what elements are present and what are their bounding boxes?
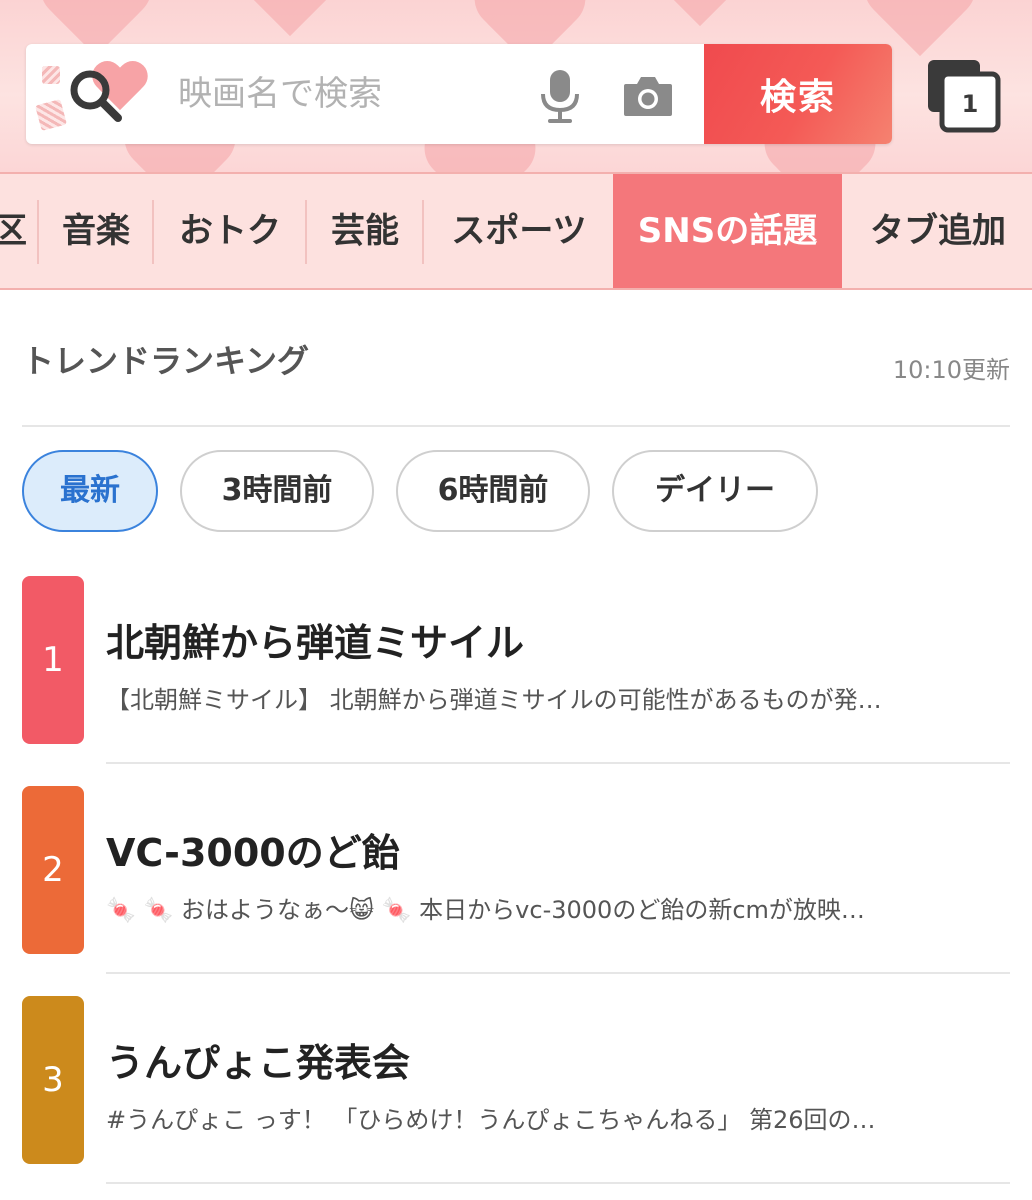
filter-3-hours-ago[interactable]: 3時間前 — [180, 450, 374, 532]
heart-decoration — [640, 0, 760, 40]
tab-region[interactable]: 区 — [0, 174, 38, 288]
ranking-item[interactable]: 1 北朝鮮から弾道ミサイル 【北朝鮮ミサイル】 北朝鮮から弾道ミサイルの可能性が… — [0, 576, 1032, 786]
header: 検索 1 — [0, 0, 1032, 172]
search-bar: 検索 — [26, 44, 892, 144]
divider — [106, 1182, 1010, 1184]
ranking-title: うんぴょこ発表会 — [106, 1041, 411, 1085]
tab-divider — [305, 200, 307, 264]
rank-badge: 2 — [22, 786, 84, 954]
divider — [106, 762, 1010, 764]
ranking-title: 北朝鮮から弾道ミサイル — [106, 621, 525, 665]
tab-deals[interactable]: おトク — [155, 174, 305, 288]
microphone-icon[interactable] — [538, 68, 582, 124]
heart-decoration — [230, 0, 350, 50]
filter-6-hours-ago[interactable]: 6時間前 — [396, 450, 590, 532]
tab-music[interactable]: 音楽 — [40, 174, 152, 288]
tabs-icon[interactable]: 1 — [922, 56, 1002, 136]
ranking-item[interactable]: 3 うんぴょこ発表会 #うんぴょこ っす！ 「ひらめけ！うんぴょこちゃんねる」 … — [0, 996, 1032, 1200]
tab-divider — [422, 200, 424, 264]
ranking-description: 🍬 🍬 おはようなぁ〜😸 🍬 本日からvc-3000のど飴の新cmが放映… — [106, 896, 865, 924]
ranking-description: 【北朝鮮ミサイル】 北朝鮮から弾道ミサイルの可能性があるものが発… — [106, 686, 882, 714]
tab-divider — [37, 200, 39, 264]
search-icon[interactable] — [66, 66, 126, 126]
ranking-item[interactable]: 2 VC-3000のど飴 🍬 🍬 おはようなぁ〜😸 🍬 本日からvc-3000の… — [0, 786, 1032, 996]
tab-entertainment[interactable]: 芸能 — [308, 174, 422, 288]
tab-sports[interactable]: スポーツ — [425, 174, 613, 288]
updated-time: 10:10更新 — [892, 356, 1010, 384]
divider — [22, 425, 1010, 427]
search-button[interactable]: 検索 — [704, 44, 892, 144]
tab-add[interactable]: タブ追加 — [844, 174, 1032, 288]
tab-count: 1 — [962, 90, 979, 118]
search-input[interactable] — [178, 44, 538, 144]
tab-sns-topics[interactable]: SNSの話題 — [613, 174, 842, 288]
filter-daily[interactable]: デイリー — [612, 450, 818, 532]
section-title: トレンドランキング — [22, 342, 310, 380]
ranking-description: #うんぴょこ っす！ 「ひらめけ！うんぴょこちゃんねる」 第26回の… — [106, 1106, 876, 1134]
rank-badge: 3 — [22, 996, 84, 1164]
category-tabs: 区 音楽 おトク 芸能 スポーツ SNSの話題 タブ追加 — [0, 172, 1032, 290]
camera-icon[interactable] — [622, 74, 674, 118]
ranking-title: VC-3000のど飴 — [106, 831, 400, 875]
filter-latest[interactable]: 最新 — [22, 450, 158, 532]
tab-divider — [152, 200, 154, 264]
rank-badge: 1 — [22, 576, 84, 744]
divider — [106, 972, 1010, 974]
